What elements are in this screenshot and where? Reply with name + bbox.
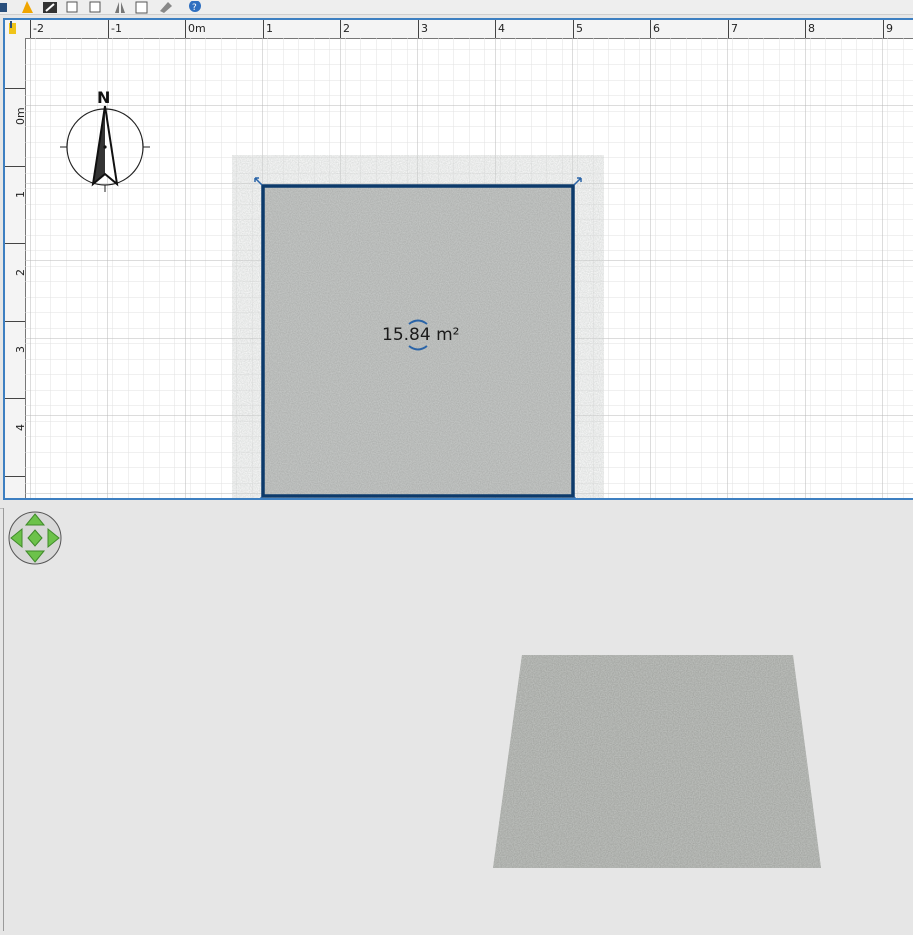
ruler-label: 8: [808, 22, 815, 35]
ruler-label: 2: [343, 22, 350, 35]
plan-grid[interactable]: N: [25, 38, 913, 500]
ruler-label: 7: [731, 22, 738, 35]
plan-mode-icon[interactable]: [22, 1, 33, 13]
ruler-label: -2: [33, 22, 44, 35]
select-mode-icon[interactable]: [0, 3, 7, 12]
floor-3d: [493, 655, 821, 868]
3d-view[interactable]: [3, 508, 913, 931]
ruler-label: 5: [576, 22, 583, 35]
svg-text:?: ?: [192, 3, 197, 13]
ruler-label: 0m: [188, 22, 206, 35]
plan-view[interactable]: -2 -1 0m 1 2 3 4 5 6 7 8 9 0m 1 2 3 4 5: [3, 18, 913, 500]
vertical-ruler: 0m 1 2 3 4 5: [5, 38, 27, 498]
horizontal-ruler: -2 -1 0m 1 2 3 4 5 6 7 8 9: [25, 20, 913, 39]
room-area-label: 15.84 m²: [382, 325, 460, 345]
help-icon[interactable]: ?: [189, 0, 201, 13]
cut-icon[interactable]: [66, 1, 78, 13]
paint-icon[interactable]: [160, 2, 172, 13]
flip-icon[interactable]: [115, 2, 125, 13]
ruler-corner: [5, 20, 26, 39]
create-walls-icon[interactable]: [43, 2, 57, 13]
import-icon[interactable]: [135, 1, 148, 14]
ruler-label: 1: [266, 22, 273, 35]
ruler-label: 3: [421, 22, 428, 35]
ruler-label: -1: [111, 22, 122, 35]
ruler-label: 6: [653, 22, 660, 35]
toolbar-icons: ?: [0, 0, 201, 14]
3d-canvas[interactable]: [4, 508, 913, 931]
compass-north-label: N: [97, 88, 110, 107]
ruler-label: 4: [498, 22, 505, 35]
toolbar: ?: [0, 0, 913, 15]
ruler-label: 9: [886, 22, 893, 35]
copy-icon[interactable]: [89, 1, 101, 13]
navigator-icon[interactable]: [8, 511, 62, 565]
